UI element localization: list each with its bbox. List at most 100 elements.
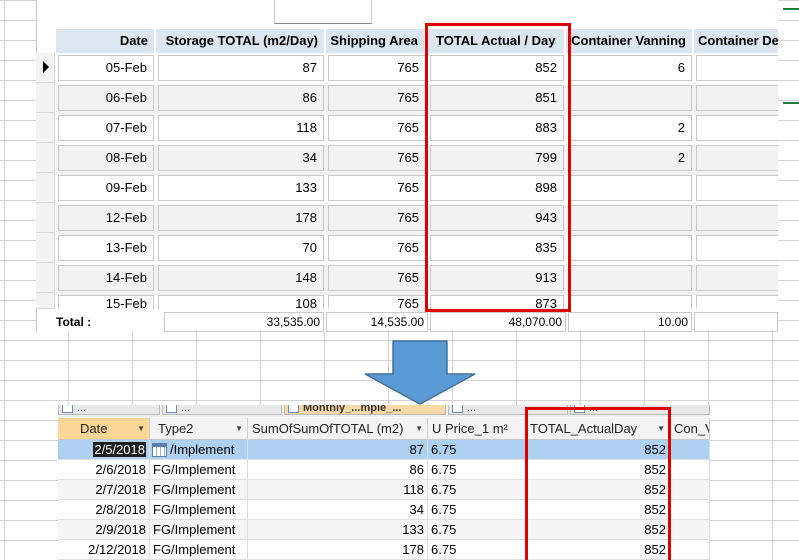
type2-cell[interactable]: FG/Implement — [150, 540, 248, 560]
u-price-cell[interactable]: 6.75 — [428, 520, 526, 540]
dropdown-arrow-icon[interactable]: ▼ — [235, 418, 243, 439]
sum-total-cell[interactable]: 118 — [248, 480, 428, 500]
date-field[interactable]: 06-Feb — [58, 85, 154, 111]
storage-field[interactable]: 34 — [158, 145, 324, 171]
date-cell[interactable]: 2/8/2018 — [58, 500, 150, 520]
record-selector[interactable] — [36, 263, 55, 293]
column-header-date[interactable]: Date ▼ — [58, 418, 150, 440]
shipping-field[interactable]: 765 — [328, 265, 426, 291]
devanning-field[interactable] — [696, 295, 778, 309]
devanning-field[interactable] — [696, 145, 778, 171]
u-price-cell[interactable]: 6.75 — [428, 440, 526, 460]
object-tab-active[interactable]: Monthly_...mple_... — [284, 405, 446, 415]
date-field[interactable]: 05-Feb — [58, 55, 154, 81]
date-field[interactable]: 09-Feb — [58, 175, 154, 201]
devanning-field[interactable] — [696, 205, 778, 231]
column-header-sum-total[interactable]: SumOfSumOfTOTAL (m2) ▼ — [248, 418, 428, 440]
sum-total-cell[interactable]: 133 — [248, 520, 428, 540]
dropdown-arrow-icon[interactable]: ▼ — [137, 418, 145, 439]
date-cell[interactable]: 2/9/2018 — [58, 520, 150, 540]
record-selector[interactable] — [36, 143, 55, 173]
u-price-cell[interactable]: 6.75 — [428, 500, 526, 520]
vanning-field[interactable]: 6 — [568, 55, 692, 81]
date-field[interactable]: 08-Feb — [58, 145, 154, 171]
tab-label: ... — [181, 405, 191, 414]
vanning-field[interactable]: 2 — [568, 115, 692, 141]
date-cell[interactable]: 2/5/2018 — [58, 440, 150, 460]
devanning-field[interactable] — [696, 55, 778, 81]
date-cell[interactable]: 2/12/2018 — [58, 540, 150, 560]
type2-cell[interactable]: FG/Implement — [150, 500, 248, 520]
record-selector[interactable] — [36, 83, 55, 113]
record-selector[interactable] — [36, 203, 55, 233]
shipping-field[interactable]: 765 — [328, 295, 426, 309]
shipping-field[interactable]: 765 — [328, 115, 426, 141]
date-field[interactable]: 13-Feb — [58, 235, 154, 261]
storage-field[interactable]: 70 — [158, 235, 324, 261]
type2-cell[interactable]: FG/Implement — [150, 520, 248, 540]
con-v-cell[interactable] — [670, 460, 710, 480]
object-tab[interactable]: ... — [162, 405, 282, 415]
type2-cell[interactable]: FG/Implement — [150, 460, 248, 480]
object-tab[interactable]: ... — [58, 405, 160, 415]
vanning-field[interactable] — [568, 235, 692, 261]
sum-total-cell[interactable]: 178 — [248, 540, 428, 560]
vanning-field[interactable] — [568, 205, 692, 231]
date-field[interactable]: 14-Feb — [58, 265, 154, 291]
devanning-field[interactable] — [696, 265, 778, 291]
shipping-field[interactable]: 765 — [328, 235, 426, 261]
record-selector[interactable] — [36, 113, 55, 143]
record-selector[interactable] — [36, 233, 55, 263]
devanning-field[interactable] — [696, 175, 778, 201]
con-v-cell[interactable] — [670, 540, 710, 560]
dropdown-arrow-icon[interactable]: ▼ — [415, 418, 423, 439]
form-record: 09-Feb 133 765 898 — [56, 175, 778, 205]
column-header-con-v[interactable]: Con_V — [670, 418, 710, 440]
shipping-field[interactable]: 765 — [328, 85, 426, 111]
u-price-cell[interactable]: 6.75 — [428, 460, 526, 480]
record-selector-current[interactable] — [36, 53, 55, 83]
con-v-cell[interactable] — [670, 520, 710, 540]
storage-field[interactable]: 133 — [158, 175, 324, 201]
sum-total-cell[interactable]: 87 — [248, 440, 428, 460]
date-field[interactable]: 15-Feb — [58, 295, 154, 309]
vanning-field[interactable]: 2 — [568, 145, 692, 171]
shipping-field[interactable]: 765 — [328, 145, 426, 171]
vanning-field[interactable] — [568, 295, 692, 309]
vanning-field[interactable] — [568, 265, 692, 291]
shipping-field[interactable]: 765 — [328, 205, 426, 231]
column-header-type2[interactable]: Type2 ▼ — [150, 418, 248, 440]
tab-label: ... — [467, 405, 477, 414]
record-selector[interactable] — [36, 173, 55, 203]
con-v-cell[interactable] — [670, 440, 710, 460]
form-header-field[interactable] — [274, 0, 372, 24]
devanning-field[interactable] — [696, 115, 778, 141]
date-cell[interactable]: 2/6/2018 — [58, 460, 150, 480]
type2-cell[interactable]: FG/Implement — [150, 480, 248, 500]
storage-field[interactable]: 86 — [158, 85, 324, 111]
shipping-field[interactable]: 765 — [328, 175, 426, 201]
record-selector[interactable] — [36, 293, 55, 309]
storage-field[interactable]: 87 — [158, 55, 324, 81]
con-v-cell[interactable] — [670, 500, 710, 520]
vanning-field[interactable] — [568, 85, 692, 111]
devanning-field[interactable] — [696, 85, 778, 111]
storage-field[interactable]: 148 — [158, 265, 324, 291]
date-field[interactable]: 12-Feb — [58, 205, 154, 231]
column-header-u-price[interactable]: U Price_1 m² — [428, 418, 526, 440]
vanning-field[interactable] — [568, 175, 692, 201]
storage-field[interactable]: 108 — [158, 295, 324, 309]
storage-field[interactable]: 178 — [158, 205, 324, 231]
form-record: 08-Feb 34 765 799 2 — [56, 145, 778, 175]
u-price-cell[interactable]: 6.75 — [428, 540, 526, 560]
shipping-field[interactable]: 765 — [328, 55, 426, 81]
type2-cell[interactable]: /Implement — [150, 440, 248, 460]
date-field[interactable]: 07-Feb — [58, 115, 154, 141]
date-cell[interactable]: 2/7/2018 — [58, 480, 150, 500]
u-price-cell[interactable]: 6.75 — [428, 480, 526, 500]
devanning-field[interactable] — [696, 235, 778, 261]
sum-total-cell[interactable]: 86 — [248, 460, 428, 480]
sum-total-cell[interactable]: 34 — [248, 500, 428, 520]
storage-field[interactable]: 118 — [158, 115, 324, 141]
con-v-cell[interactable] — [670, 480, 710, 500]
